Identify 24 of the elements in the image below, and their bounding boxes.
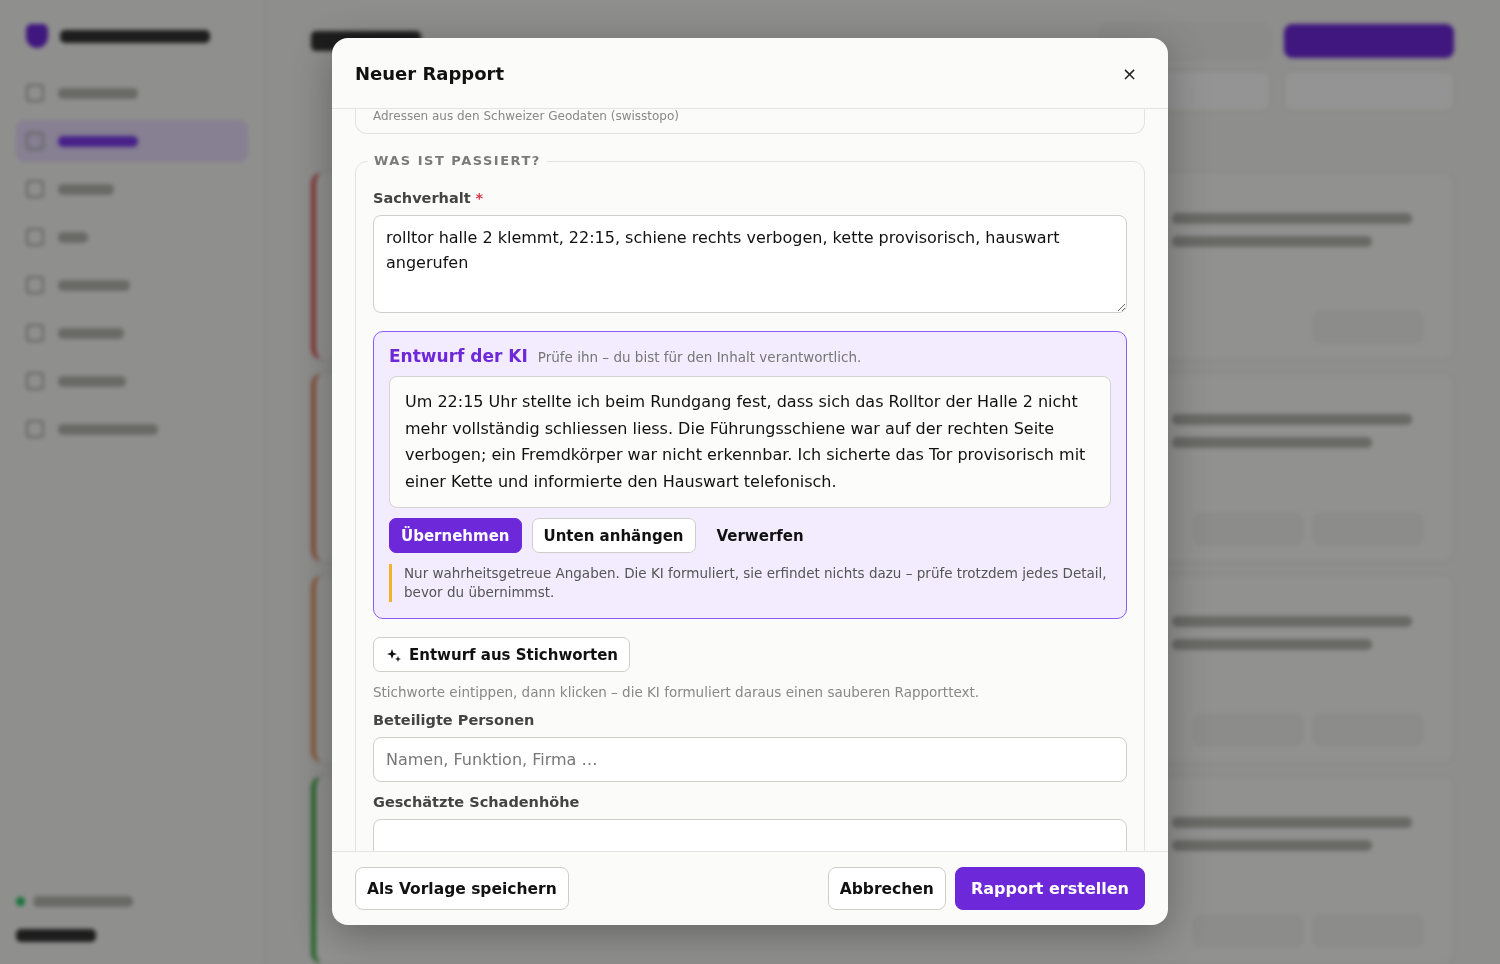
append-button[interactable]: Unten anhängen: [531, 518, 696, 553]
helper-text: Adressen aus den Schweizer Geodaten (swisstopo): [373, 109, 680, 123]
input-field[interactable]: Namen, Funktion, Firma …: [373, 737, 1127, 782]
warning-note: Nur wahrheitsgetreue Angaben. Die KI formuliert, sie erfindet nichts dazu – prüfe trotzdem jedes Detail, bevor du übernimmst.: [389, 564, 1111, 602]
field-label: Geschätzte Schadenhöhe: [373, 794, 580, 810]
input-field[interactable]: [373, 819, 1127, 851]
field-label: Beteiligte Personen: [373, 712, 535, 728]
panel-title: Entwurf der KI: [389, 346, 528, 366]
close-button[interactable]: ×: [1113, 58, 1145, 88]
create-report-button[interactable]: Rapport erstellen: [954, 867, 1145, 910]
text-area[interactable]: rolltor halle 2 klemmt, 22:15, schiene rechts verbogen, kette provisorisch, hauswart angerufen: [373, 215, 1127, 313]
panel-subtitle: Prüfe ihn – du bist für den Inhalt verantwortlich.: [537, 349, 862, 365]
helper-text: Stichworte eintippen, dann klicken – die KI formuliert daraus einen sauberen Rapporttext.: [373, 684, 981, 700]
accept-button[interactable]: Übernehmen: [389, 518, 522, 553]
draft-button[interactable]: Entwurf aus Stichworten: [373, 637, 630, 672]
sparkle-icon: [387, 647, 401, 662]
dialog-title: Neuer Rapport: [355, 62, 505, 84]
cancel-button[interactable]: Abbrechen: [827, 867, 946, 910]
save-template-button[interactable]: Als Vorlage speichern: [355, 867, 569, 910]
field-label: Sachverhalt: [373, 190, 471, 206]
draft-text: Um 22:15 Uhr stellte ich beim Rundgang fest, dass sich das Rolltor der Halle 2 nicht mehr vollständig schliessen liess. Die Führungsschiene war auf der rechten Seite verbogen; ein Fremdkörper war nicht erkennbar. Ich sicherte das Tor provisorisch mit einer Kette und informierte den Hauswart telefonisch.: [389, 376, 1111, 508]
section-legend: WAS IST PASSIERT?: [368, 153, 547, 168]
required-mark: *: [475, 190, 484, 206]
discard-button[interactable]: Verwerfen: [705, 518, 815, 553]
